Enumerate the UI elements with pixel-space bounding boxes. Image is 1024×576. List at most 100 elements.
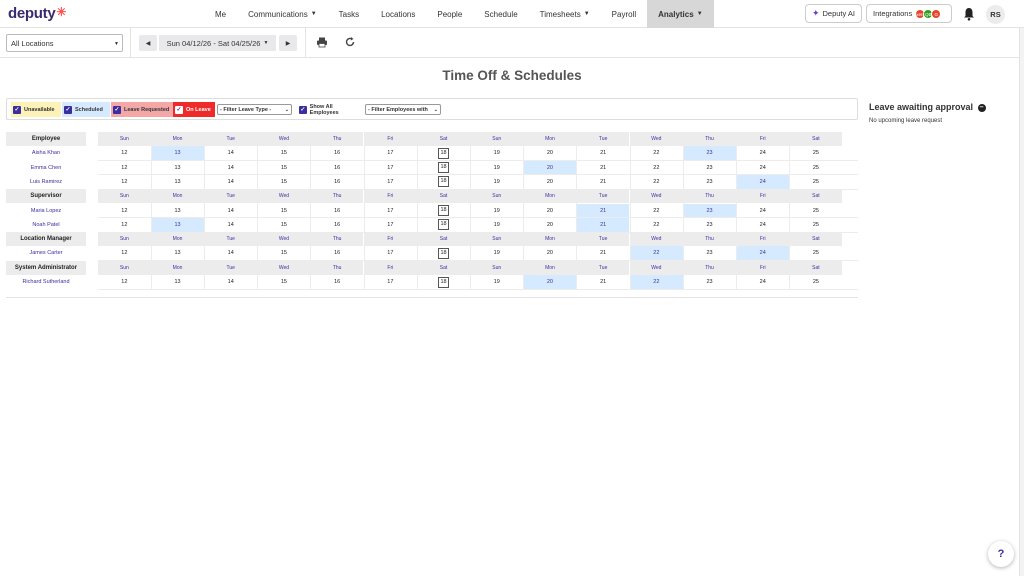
day-cell[interactable]: 24 xyxy=(736,275,789,289)
leave-day-cell[interactable]: 23 xyxy=(683,146,736,161)
day-cell[interactable]: 12 xyxy=(98,161,151,175)
day-cell[interactable]: 17 xyxy=(364,218,417,232)
employee-name[interactable]: Luis Ramirez xyxy=(6,175,86,189)
day-cell[interactable]: 15 xyxy=(258,161,311,175)
day-cell[interactable]: 25 xyxy=(790,146,843,160)
day-cell[interactable]: 12 xyxy=(98,175,151,189)
day-cell[interactable]: 22 xyxy=(630,204,683,218)
day-cell[interactable]: 25 xyxy=(790,161,843,175)
day-cell[interactable]: 18 xyxy=(417,204,470,218)
user-avatar[interactable]: RS xyxy=(986,5,1005,24)
day-cell[interactable]: 22 xyxy=(630,218,683,232)
day-cell[interactable]: 25 xyxy=(790,204,843,218)
location-select[interactable]: All Locations ▼ xyxy=(6,34,123,52)
day-cell[interactable]: 22 xyxy=(630,175,683,189)
day-cell[interactable]: 15 xyxy=(258,246,311,260)
day-cell[interactable]: 16 xyxy=(311,146,364,160)
day-cell[interactable]: 25 xyxy=(790,275,843,289)
leave-day-cell[interactable]: 21 xyxy=(576,217,630,232)
day-cell[interactable]: 12 xyxy=(98,246,151,260)
nav-item-payroll[interactable]: Payroll xyxy=(601,0,647,28)
day-cell[interactable]: 24 xyxy=(736,204,789,218)
employees-with-filter[interactable]: - Filter Employees with ⌄ xyxy=(365,104,441,115)
day-cell[interactable]: 14 xyxy=(204,204,257,218)
day-cell[interactable]: 16 xyxy=(311,175,364,189)
nav-item-me[interactable]: Me xyxy=(204,0,237,28)
unavailable-toggle[interactable]: ✓ Unavailable xyxy=(11,102,61,117)
leave-day-cell[interactable]: 22 xyxy=(630,246,683,261)
day-cell[interactable]: 15 xyxy=(258,204,311,218)
day-cell[interactable]: 24 xyxy=(736,146,789,160)
leave-day-cell[interactable]: 23 xyxy=(683,203,736,218)
day-cell[interactable]: 13 xyxy=(151,175,204,189)
day-cell[interactable]: 17 xyxy=(364,146,417,160)
leave-type-filter[interactable]: - Filter Leave Type - ⌄ xyxy=(217,104,292,115)
leave-day-cell[interactable]: 20 xyxy=(523,160,577,175)
day-cell[interactable]: 17 xyxy=(364,161,417,175)
day-cell[interactable]: 16 xyxy=(311,204,364,218)
day-cell[interactable]: 15 xyxy=(258,275,311,289)
leave-day-cell[interactable]: 24 xyxy=(736,246,790,261)
day-cell[interactable]: 17 xyxy=(364,246,417,260)
collapse-icon[interactable]: – xyxy=(977,103,986,112)
deputy-ai-button[interactable]: ✦ Deputy AI xyxy=(805,4,862,23)
leave-day-cell[interactable]: 13 xyxy=(151,217,204,232)
day-cell[interactable]: 14 xyxy=(204,175,257,189)
day-cell[interactable]: 19 xyxy=(470,146,523,160)
day-cell[interactable]: 21 xyxy=(577,161,630,175)
day-cell[interactable]: 25 xyxy=(790,218,843,232)
employee-name[interactable]: Aisha Khan xyxy=(6,146,86,160)
day-cell[interactable]: 15 xyxy=(258,146,311,160)
day-cell[interactable]: 21 xyxy=(577,275,630,289)
day-cell[interactable]: 20 xyxy=(524,146,577,160)
day-cell[interactable]: 21 xyxy=(577,175,630,189)
day-cell[interactable]: 25 xyxy=(790,175,843,189)
previous-period-button[interactable]: ◀ xyxy=(139,35,157,51)
day-cell[interactable]: 24 xyxy=(736,161,789,175)
help-button[interactable]: ? xyxy=(988,541,1014,567)
day-cell[interactable]: 25 xyxy=(790,246,843,260)
leave-day-cell[interactable]: 21 xyxy=(576,203,630,218)
integrations-button[interactable]: Integrations xeroQB G xyxy=(866,4,952,23)
scheduled-toggle[interactable]: ✓ Scheduled xyxy=(62,102,110,117)
day-cell[interactable]: 20 xyxy=(524,246,577,260)
nav-item-communications[interactable]: Communications ▼ xyxy=(237,0,328,28)
day-cell[interactable]: 13 xyxy=(151,275,204,289)
day-cell[interactable]: 19 xyxy=(470,218,523,232)
nav-item-people[interactable]: People xyxy=(426,0,473,28)
day-cell[interactable]: 18 xyxy=(417,175,470,189)
employee-name[interactable]: Richard Sutherland xyxy=(6,275,86,289)
print-icon[interactable] xyxy=(316,36,328,48)
day-cell[interactable]: 20 xyxy=(524,175,577,189)
employee-name[interactable]: Emma Chen xyxy=(6,161,86,175)
day-cell[interactable]: 23 xyxy=(683,246,736,260)
day-cell[interactable]: 20 xyxy=(524,218,577,232)
day-cell[interactable]: 23 xyxy=(683,218,736,232)
employee-name[interactable]: James Carter xyxy=(6,246,86,260)
day-cell[interactable]: 16 xyxy=(311,246,364,260)
day-cell[interactable]: 14 xyxy=(204,146,257,160)
day-cell[interactable]: 19 xyxy=(470,161,523,175)
day-cell[interactable]: 13 xyxy=(151,246,204,260)
day-cell[interactable]: 21 xyxy=(577,146,630,160)
day-cell[interactable]: 17 xyxy=(364,175,417,189)
nav-item-analytics[interactable]: Analytics ▼ xyxy=(647,0,714,28)
day-cell[interactable]: 16 xyxy=(311,218,364,232)
leave-day-cell[interactable]: 24 xyxy=(736,174,790,189)
day-cell[interactable]: 12 xyxy=(98,218,151,232)
day-cell[interactable]: 15 xyxy=(258,218,311,232)
day-cell[interactable]: 12 xyxy=(98,204,151,218)
nav-item-tasks[interactable]: Tasks xyxy=(328,0,370,28)
date-range-picker[interactable]: Sun 04/12/26 - Sat 04/25/26 ▼ xyxy=(159,35,276,51)
day-cell[interactable]: 21 xyxy=(577,246,630,260)
nav-item-schedule[interactable]: Schedule xyxy=(473,0,528,28)
day-cell[interactable]: 23 xyxy=(683,161,736,175)
show-all-employees-toggle[interactable]: ✓ Show All Employees xyxy=(297,102,361,117)
leave-requested-toggle[interactable]: ✓ Leave Requested xyxy=(111,102,175,117)
nav-item-timesheets[interactable]: Timesheets ▼ xyxy=(529,0,601,28)
day-cell[interactable]: 18 xyxy=(417,246,470,260)
bell-icon[interactable] xyxy=(963,7,975,21)
next-period-button[interactable]: ▶ xyxy=(279,35,297,51)
day-cell[interactable]: 23 xyxy=(683,175,736,189)
day-cell[interactable]: 14 xyxy=(204,246,257,260)
